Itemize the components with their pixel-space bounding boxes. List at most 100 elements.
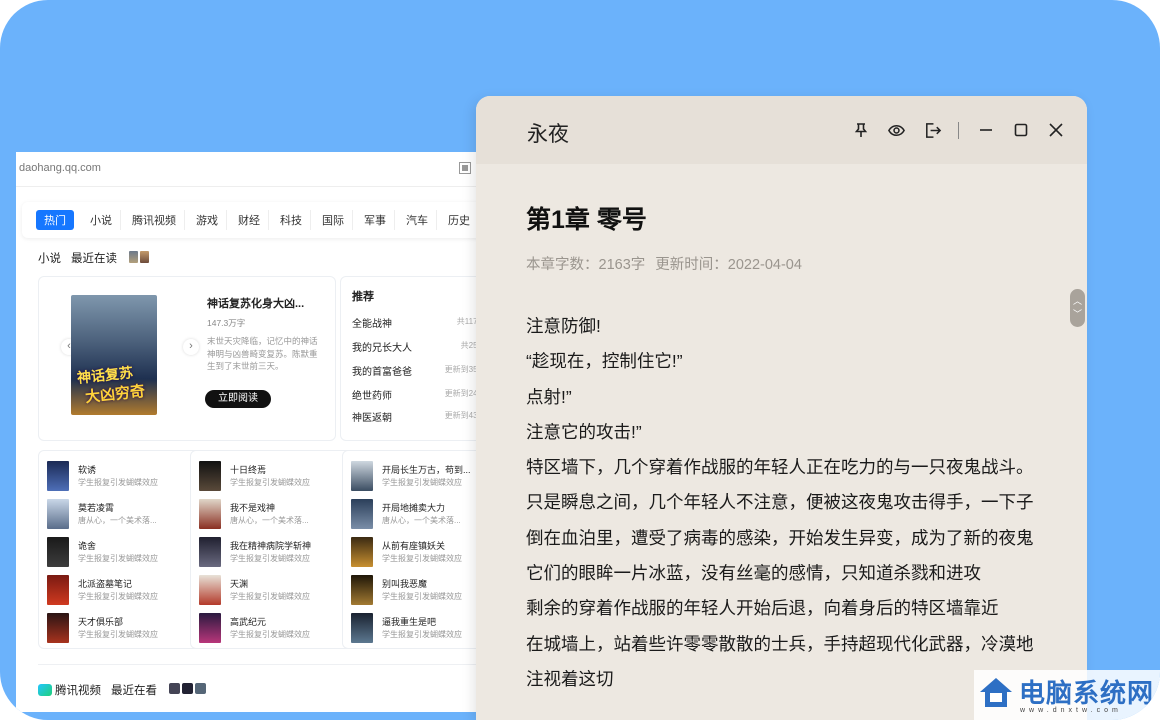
book-cover	[47, 461, 69, 491]
book-subtitle: 学生报复引发蝴蝶效应	[382, 630, 462, 639]
tab-history[interactable]: 历史	[440, 210, 479, 230]
recent-watching-label: 最近在看	[111, 685, 157, 697]
exit-icon[interactable]	[922, 120, 942, 140]
book-cover	[47, 499, 69, 529]
read-now-button[interactable]: 立即阅读	[205, 390, 271, 408]
book-subtitle: 学生报复引发蝴蝶效应	[78, 478, 158, 487]
book-list-item[interactable]: 高武纪元 学生报复引发蝴蝶效应	[199, 613, 349, 643]
book-subtitle: 学生报复引发蝴蝶效应	[382, 478, 462, 487]
tab-military[interactable]: 军事	[356, 210, 395, 230]
book-cover	[199, 575, 221, 605]
recent-book-thumb[interactable]	[127, 250, 149, 266]
book-list-item[interactable]: 我不是戏神唐从心，一个美术落...	[199, 499, 349, 529]
reader-titlebar[interactable]: 永夜	[476, 96, 1087, 164]
book-cover	[199, 613, 221, 643]
video-section-title-text: 腾讯视频	[55, 685, 101, 697]
recommend-item-name: 我的兄长大人	[352, 343, 412, 354]
book-list-item[interactable]: 天渊 学生报复引发蝴蝶效应	[199, 575, 349, 605]
featured-book-desc: 末世天灾降临，记忆中的神话神明与凶兽畸变复苏。陈默重生到了末世前三天。	[207, 336, 318, 371]
featured-book-card[interactable]: ‹ 神话复苏 大凶穷奇 › 神话复苏化身大凶... 147.3万字 末世天灾降临…	[38, 276, 336, 441]
chevron-down-icon[interactable]: ﹀	[1073, 308, 1082, 321]
book-cover	[199, 461, 221, 491]
book-list-item[interactable]: 软诱 学生报复引发蝴蝶效应	[47, 461, 197, 491]
chevron-up-icon[interactable]: ︿	[1073, 295, 1082, 308]
close-icon[interactable]	[1046, 120, 1066, 140]
watermark-url: www.dnxtw.com	[1020, 707, 1122, 714]
chapter-update-time: 更新时间：2022-04-04	[655, 257, 802, 273]
page-scroll-control[interactable]: ︿ ﹀	[1070, 289, 1085, 327]
tab-novel[interactable]: 小说	[82, 210, 121, 230]
video-section-title[interactable]: 腾讯视频	[38, 682, 101, 698]
carousel-next-icon[interactable]: ›	[183, 339, 199, 355]
book-subtitle: 学生报复引发蝴蝶效应	[230, 554, 310, 563]
recommend-item-name: 绝世药师	[352, 391, 392, 402]
browser-address-bar[interactable]: daohang.qq.com	[16, 152, 536, 187]
chapter-content: 注意防御! “趁现在，控制住它!” 点射!” 注意它的攻击!” 特区墙下，几个穿…	[526, 309, 1046, 697]
book-list-item[interactable]: 天才俱乐部 学生报复引发蝴蝶效应	[47, 613, 197, 643]
book-list-item[interactable]: 北派盗墓笔记 学生报复引发蝴蝶效应	[47, 575, 197, 605]
recommend-item-name: 神医返朝	[352, 413, 392, 424]
browser-window: daohang.qq.com 热门 小说 腾讯视频 游戏 财经 科技 国际 军事…	[16, 152, 536, 712]
book-subtitle: 唐从心，一个美术落...	[230, 516, 309, 525]
tab-auto[interactable]: 汽车	[398, 210, 437, 230]
book-list-item[interactable]: 十日终焉 学生报复引发蝴蝶效应	[199, 461, 349, 491]
pin-icon[interactable]	[851, 120, 871, 140]
book-cover	[47, 613, 69, 643]
chapter-meta: 本章字数：2163字 更新时间：2022-04-04	[526, 253, 812, 274]
recommend-item-name: 我的首富爸爸	[352, 367, 412, 378]
chapter-word-count: 本章字数：2163字	[526, 257, 646, 273]
book-cover	[199, 499, 221, 529]
recent-reading-label: 最近在读	[71, 253, 117, 265]
book-subtitle: 学生报复引发蝴蝶效应	[78, 554, 158, 563]
featured-book-cover[interactable]: 神话复苏 大凶穷奇	[71, 295, 157, 415]
book-list-item[interactable]: 我在精神病院学斩神 学生报复引发蝴蝶效应	[199, 537, 349, 567]
paragraph: 只是瞬息之间，几个年轻人不注意，便被这夜鬼攻击得手，一下子	[526, 492, 1034, 513]
paragraph: 点射!”	[526, 386, 572, 407]
browser-url[interactable]: daohang.qq.com	[19, 162, 101, 174]
watermark-text: 电脑系统网	[1019, 678, 1155, 708]
book-title: 我不是戏神	[230, 503, 276, 513]
section-divider	[38, 664, 490, 665]
book-subtitle: 唐从心，一个美术落...	[78, 516, 157, 525]
book-cover	[351, 499, 373, 529]
tab-international[interactable]: 国际	[314, 210, 353, 230]
book-cover	[47, 575, 69, 605]
tab-finance[interactable]: 财经	[230, 210, 269, 230]
book-subtitle: 学生报复引发蝴蝶效应	[230, 630, 310, 639]
tab-tech[interactable]: 科技	[272, 210, 311, 230]
book-cover	[351, 537, 373, 567]
book-title: 逼我重生是吧	[382, 617, 437, 627]
featured-book-title[interactable]: 神话复苏化身大凶...	[207, 295, 304, 311]
paragraph: 在城墙上，站着些许零零散散的士兵，手持超现代化武器，冷漠地	[526, 633, 1034, 654]
book-cover	[351, 461, 373, 491]
recent-video-thumbs[interactable]	[167, 683, 206, 697]
novel-section-title[interactable]: 小说	[38, 250, 61, 266]
tencent-video-logo-icon	[38, 684, 52, 696]
toolbar-separator	[958, 122, 959, 139]
eye-icon[interactable]	[886, 120, 906, 140]
reader-window: 永夜 第1章 零号 本章字数：2163字 更新时间：2022-04-04 注意防…	[476, 96, 1087, 720]
minimize-icon[interactable]	[976, 120, 996, 140]
novel-section-header: 小说 最近在读	[38, 250, 149, 266]
paragraph: 注意防御!	[526, 316, 601, 336]
maximize-icon[interactable]	[1011, 120, 1031, 140]
chapter-title: 第1章 零号	[526, 206, 647, 234]
paragraph: 注意它的攻击!”	[526, 421, 642, 442]
book-title: 我在精神病院学斩神	[230, 541, 312, 551]
book-title: 十日终焉	[230, 465, 267, 475]
book-list-item[interactable]: 莫若凌霄唐从心，一个美术落...	[47, 499, 197, 529]
book-list-item[interactable]: 诡舍 学生报复引发蝴蝶效应	[47, 537, 197, 567]
book-title: 北派盗墓笔记	[78, 579, 133, 589]
book-title: 别叫我恶魔	[382, 579, 428, 589]
book-cover	[47, 537, 69, 567]
house-logo-icon	[980, 678, 1012, 707]
book-title: 莫若凌霄	[78, 503, 115, 513]
qr-code-icon[interactable]	[459, 162, 471, 174]
tab-hot[interactable]: 热门	[36, 210, 74, 230]
book-title-header: 永夜	[527, 123, 569, 146]
book-list-column-2: 十日终焉 学生报复引发蝴蝶效应 我不是戏神 唐从心，一个美术落... 我在精神病院学…	[190, 450, 352, 649]
tab-games[interactable]: 游戏	[188, 210, 227, 230]
book-cover	[351, 613, 373, 643]
tab-tencent-video[interactable]: 腾讯视频	[124, 210, 185, 230]
book-title: 天才俱乐部	[78, 617, 124, 627]
